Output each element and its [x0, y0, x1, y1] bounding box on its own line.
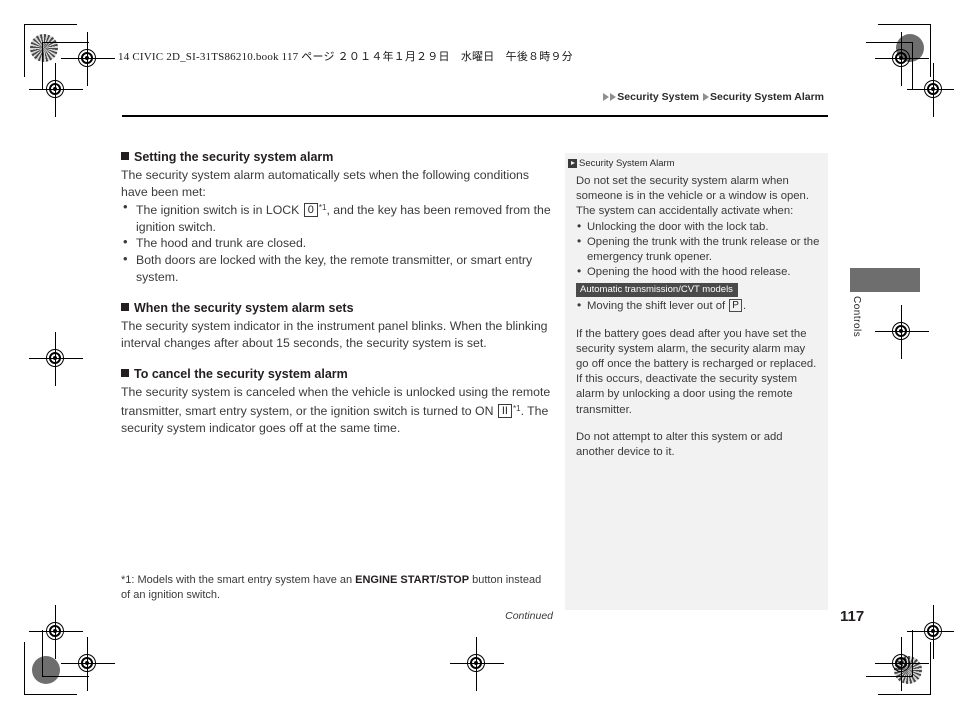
registration-mark-left-middle [29, 332, 83, 386]
cancel-text-pre: The security system is canceled when the… [121, 385, 551, 418]
section-heading-setting-alarm: Setting the security system alarm [121, 149, 553, 165]
page-number: 117 [840, 608, 865, 625]
footnote-bold: ENGINE START/STOP [355, 574, 470, 586]
registration-mark-left-upper [29, 63, 83, 117]
side-panel-title-text: Security System Alarm [579, 158, 675, 169]
park-position-key-icon: P [729, 299, 742, 313]
on-position-key-icon: II [497, 403, 512, 418]
section-heading-text: To cancel the security system alarm [134, 367, 348, 382]
section-heading-text: Setting the security system alarm [134, 150, 334, 164]
registration-mark-right-middle [875, 305, 929, 359]
section-intro-alarm-sets: The security system indicator in the ins… [121, 319, 548, 350]
note-marker-icon [568, 159, 577, 168]
chevron-right-icon-2 [610, 93, 617, 101]
side-panel-body: Do not set the security system alarm whe… [565, 170, 828, 460]
section-intro-setting-alarm: The security system alarm automatically … [121, 168, 530, 199]
list-item: Moving the shift lever out of P. [576, 298, 820, 314]
running-head-parent: Security System [617, 91, 699, 103]
footnote-prefix: *1: Models with the smart entry system h… [121, 574, 356, 586]
section-heading-cancel-alarm: To cancel the security system alarm [121, 366, 553, 382]
conditions-list: The ignition switch is in LOCK 0*1, and … [121, 199, 553, 285]
side-paragraph-4: Do not attempt to alter this system or a… [576, 430, 783, 459]
shift-text-pre: Moving the shift lever out of [587, 300, 729, 313]
chevron-right-icon-3 [703, 93, 709, 101]
chapter-thumb-tab-label: Controls [851, 296, 862, 338]
footnote: *1: Models with the smart entry system h… [121, 573, 553, 603]
section-heading-text: When the security system alarm sets [134, 301, 354, 316]
list-item: Opening the hood with the hood release. [576, 264, 820, 280]
running-head: Security System Security System Alarm [603, 91, 828, 103]
registration-mark-bottom-center [450, 637, 504, 691]
square-bullet-icon [121, 152, 129, 160]
bullet-text-pre: The ignition switch is in LOCK [136, 203, 303, 218]
chevron-right-icon-1 [603, 93, 610, 101]
list-item: The hood and trunk are closed. [121, 234, 553, 252]
section-heading-alarm-sets: When the security system alarm sets [121, 300, 553, 316]
square-bullet-icon [121, 303, 129, 312]
side-paragraph-2: If the battery goes dead after you have … [576, 327, 817, 371]
side-paragraph-1: Do not set the security system alarm whe… [576, 175, 809, 218]
continued-label: Continued [505, 610, 553, 622]
section-intro-cancel-alarm: The security system is canceled when the… [121, 384, 553, 436]
square-bullet-icon [121, 369, 129, 378]
running-head-current: Security System Alarm [710, 91, 824, 103]
side-bullet-list: Unlocking the door with the lock tab. Op… [576, 219, 820, 281]
bullet-text: Both doors are locked with the key, the … [136, 252, 533, 284]
registration-mark-left-lower [29, 605, 83, 659]
side-panel-title: Security System Alarm [565, 153, 828, 170]
main-content-column: Setting the security system alarm The se… [121, 149, 553, 436]
registration-mark-right-lower [907, 605, 954, 659]
list-item: Opening the trunk with the trunk release… [576, 234, 820, 265]
model-applicability-tag: Automatic transmission/CVT models [576, 283, 738, 298]
file-info-line: 14 CIVIC 2D_SI-31TS86210.book 117 ページ ２０… [118, 51, 573, 63]
side-note-panel: Security System Alarm Do not set the sec… [565, 153, 828, 610]
manual-page: 14 CIVIC 2D_SI-31TS86210.book 117 ページ ２０… [0, 0, 954, 718]
chapter-thumb-tab [850, 268, 920, 292]
header-rule [122, 115, 828, 117]
lock-position-key-icon: 0 [303, 203, 318, 218]
registration-mark-right-upper [907, 63, 954, 117]
bullet-text: The hood and trunk are closed. [136, 236, 307, 251]
shift-text-post: . [742, 300, 747, 313]
list-item: Both doors are locked with the key, the … [121, 251, 553, 285]
list-item: Unlocking the door with the lock tab. [576, 219, 820, 235]
list-item: The ignition switch is in LOCK 0*1, and … [121, 199, 553, 235]
footnote-ref: *1 [513, 403, 521, 413]
side-paragraph-3: If this occurs, deactivate the security … [576, 373, 798, 416]
side-bullet-list-shift: Moving the shift lever out of P. [576, 298, 820, 314]
